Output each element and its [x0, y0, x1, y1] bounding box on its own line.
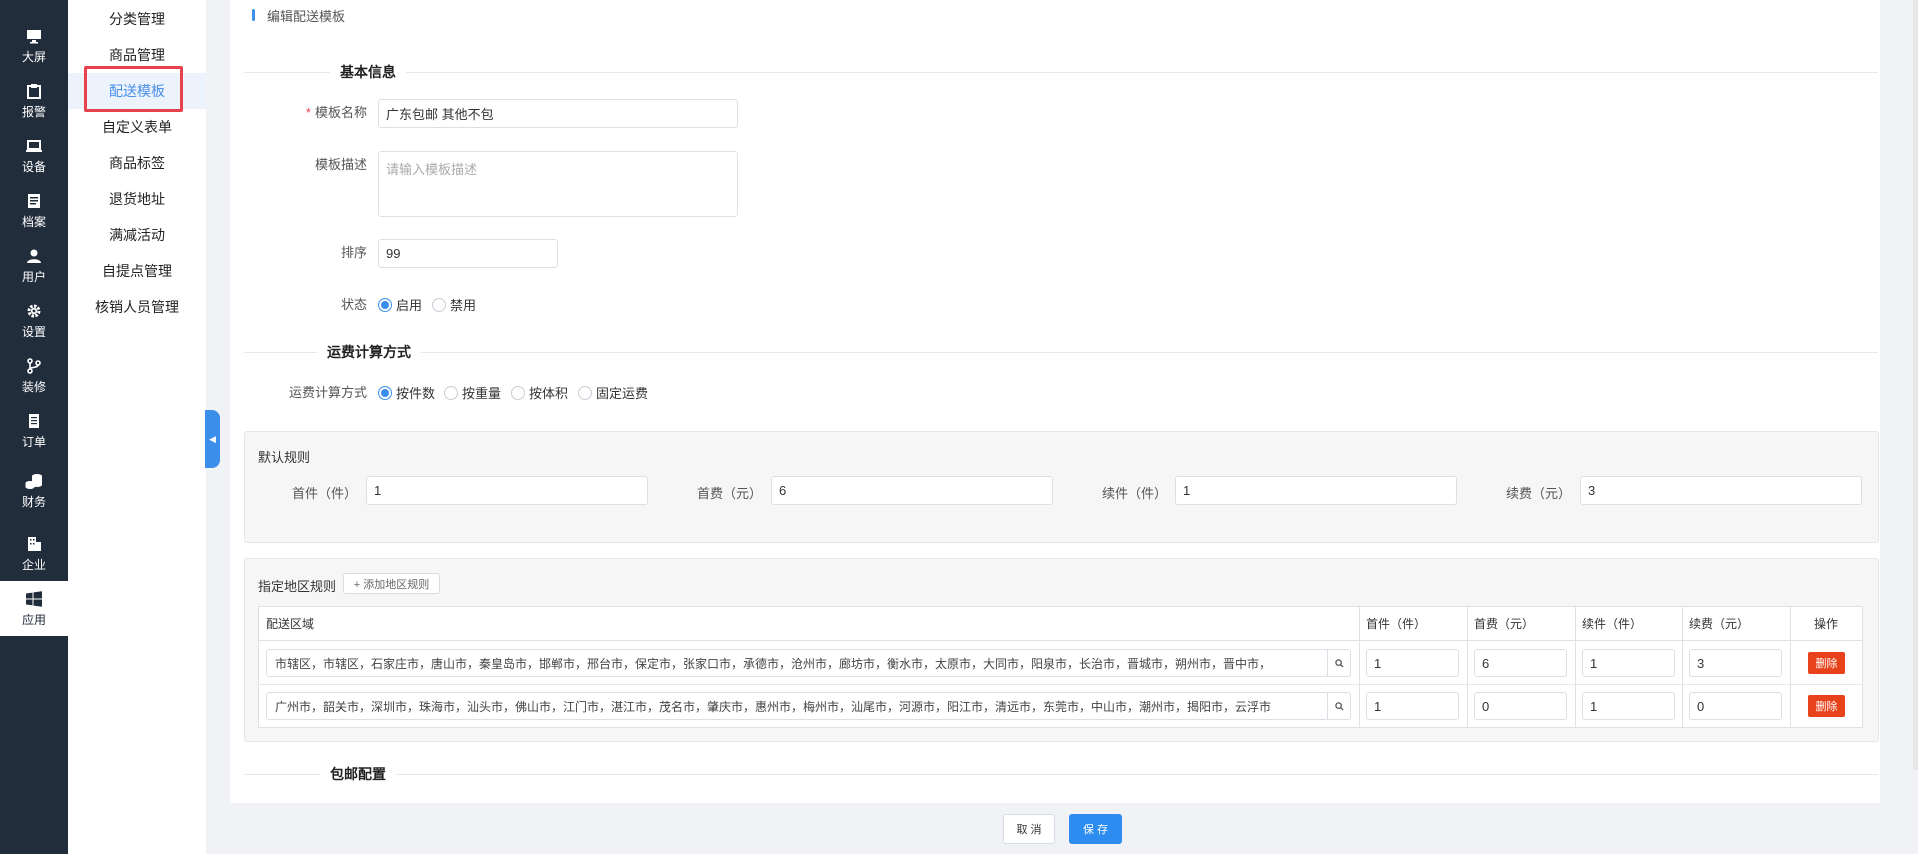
- submenu-verify-staff[interactable]: 核销人员管理: [68, 289, 206, 325]
- col-header-first-item: 首件（件）: [1359, 607, 1467, 641]
- laptop-icon: [25, 137, 43, 155]
- section-fee-method: 运费计算方式: [244, 342, 1878, 362]
- search-icon[interactable]: [1327, 692, 1351, 720]
- first-item-label: 首件（件）: [292, 486, 358, 501]
- template-name-input[interactable]: 广东包邮 其他不包: [378, 99, 738, 128]
- order-icon: [25, 412, 43, 430]
- search-icon[interactable]: [1327, 649, 1351, 677]
- col-header-next-item: 续件（件）: [1575, 607, 1682, 641]
- region-input[interactable]: 广州市，韶关市，深圳市，珠海市，汕头市，佛山市，江门市，湛江市，茂名市，肇庆市，…: [266, 692, 1328, 720]
- save-button[interactable]: 保 存: [1069, 814, 1122, 844]
- coins-icon: [25, 472, 43, 490]
- row-next-item-input[interactable]: 1: [1582, 649, 1675, 677]
- submenu-pickup-points[interactable]: 自提点管理: [68, 253, 206, 289]
- title-bar-accent: [252, 9, 255, 21]
- rail-item-finance[interactable]: 财务: [0, 463, 68, 518]
- region-input[interactable]: 市辖区，市辖区，石家庄市，唐山市，秦皇岛市，邯郸市，邢台市，保定市，张家口市，承…: [266, 649, 1328, 677]
- section-free-shipping: 包邮配置: [244, 764, 1878, 784]
- user-icon: [25, 247, 43, 265]
- collapse-toggle[interactable]: ◀: [205, 410, 220, 468]
- submenu-products[interactable]: 商品管理: [68, 37, 206, 73]
- submenu-return-address[interactable]: 退货地址: [68, 181, 206, 217]
- col-header-next-fee: 续费（元）: [1682, 607, 1790, 641]
- gear-icon: [25, 302, 43, 320]
- rail-item-apps[interactable]: 应用: [0, 581, 68, 636]
- status-enabled-radio[interactable]: 启用: [378, 295, 422, 314]
- row-next-fee-input[interactable]: 0: [1689, 692, 1782, 720]
- page-title: 编辑配送模板: [252, 7, 345, 24]
- cancel-button[interactable]: 取 消: [1003, 814, 1055, 844]
- first-item-input[interactable]: 1: [366, 476, 648, 505]
- main-nav-rail: 大屏 报警 设备 档案 用户 设置 装修 订单 财务 企业 应用: [0, 0, 68, 854]
- row-first-item-input[interactable]: 1: [1366, 692, 1459, 720]
- add-region-rule-button[interactable]: + 添加地区规则: [343, 573, 440, 594]
- fee-by-volume-radio[interactable]: 按体积: [511, 383, 568, 402]
- row-first-fee-input[interactable]: 6: [1474, 649, 1567, 677]
- status-disabled-radio[interactable]: 禁用: [432, 295, 476, 314]
- fee-by-weight-radio[interactable]: 按重量: [444, 383, 501, 402]
- template-name-label: * 模板名称: [305, 105, 367, 120]
- document-icon: [25, 192, 43, 210]
- first-fee-label: 首费（元）: [697, 486, 763, 501]
- rail-item-device[interactable]: 设备: [0, 128, 68, 183]
- rail-item-enterprise[interactable]: 企业: [0, 526, 68, 581]
- section-basic-info: 基本信息: [244, 62, 1878, 82]
- default-rule-title: 默认规则: [258, 450, 311, 465]
- template-desc-textarea[interactable]: 请输入模板描述: [378, 151, 738, 217]
- row-first-item-input[interactable]: 1: [1366, 649, 1459, 677]
- delete-row-button[interactable]: 删除: [1808, 652, 1845, 674]
- first-fee-input[interactable]: 6: [771, 476, 1053, 505]
- clipboard-icon: [25, 82, 43, 100]
- region-rule-title: 指定地区规则: [258, 579, 337, 594]
- row-next-fee-input[interactable]: 3: [1689, 649, 1782, 677]
- next-fee-label: 续费（元）: [1506, 486, 1572, 501]
- page-scrollbar[interactable]: [1913, 0, 1918, 770]
- row-first-fee-input[interactable]: 0: [1474, 692, 1567, 720]
- col-header-first-fee: 首费（元）: [1467, 607, 1575, 641]
- next-item-input[interactable]: 1: [1175, 476, 1457, 505]
- rail-item-user[interactable]: 用户: [0, 238, 68, 293]
- fee-method-label: 运费计算方式: [288, 385, 367, 400]
- rail-item-decoration[interactable]: 装修: [0, 348, 68, 403]
- monitor-icon: [25, 27, 43, 45]
- windows-icon: [25, 590, 43, 608]
- next-item-label: 续件（件）: [1102, 486, 1168, 501]
- sort-input[interactable]: 99: [378, 239, 558, 268]
- caret-left-icon: ◀: [209, 433, 216, 444]
- rail-item-order[interactable]: 订单: [0, 403, 68, 458]
- fee-fixed-radio[interactable]: 固定运费: [578, 383, 648, 402]
- submenu-discount[interactable]: 满减活动: [68, 217, 206, 253]
- template-desc-label: 模板描述: [314, 157, 367, 172]
- sort-label: 排序: [340, 245, 367, 260]
- rail-item-settings[interactable]: 设置: [0, 293, 68, 348]
- delete-row-button[interactable]: 删除: [1808, 695, 1845, 717]
- submenu-delivery-template[interactable]: 配送模板: [68, 73, 206, 109]
- col-header-actions: 操作: [1790, 607, 1862, 641]
- region-rules-table: 配送区域 首件（件） 首费（元） 续件（件） 续费（元） 操作 市辖区，市辖区，…: [258, 606, 1863, 728]
- submenu-product-tags[interactable]: 商品标签: [68, 145, 206, 181]
- rail-item-alarm[interactable]: 报警: [0, 73, 68, 128]
- app-submenu: 分类管理 商品管理 配送模板 自定义表单 商品标签 退货地址 满减活动 自提点管…: [68, 0, 206, 854]
- col-header-region: 配送区域: [259, 607, 1359, 641]
- status-label: 状态: [340, 297, 367, 312]
- rail-item-archive[interactable]: 档案: [0, 183, 68, 238]
- building-icon: [25, 535, 43, 553]
- row-next-item-input[interactable]: 1: [1582, 692, 1675, 720]
- submenu-category[interactable]: 分类管理: [68, 1, 206, 37]
- next-fee-input[interactable]: 3: [1580, 476, 1862, 505]
- rail-item-dashboard[interactable]: 大屏: [0, 18, 68, 73]
- submenu-custom-form[interactable]: 自定义表单: [68, 109, 206, 145]
- fee-by-count-radio[interactable]: 按件数: [378, 383, 435, 402]
- branch-icon: [25, 357, 43, 375]
